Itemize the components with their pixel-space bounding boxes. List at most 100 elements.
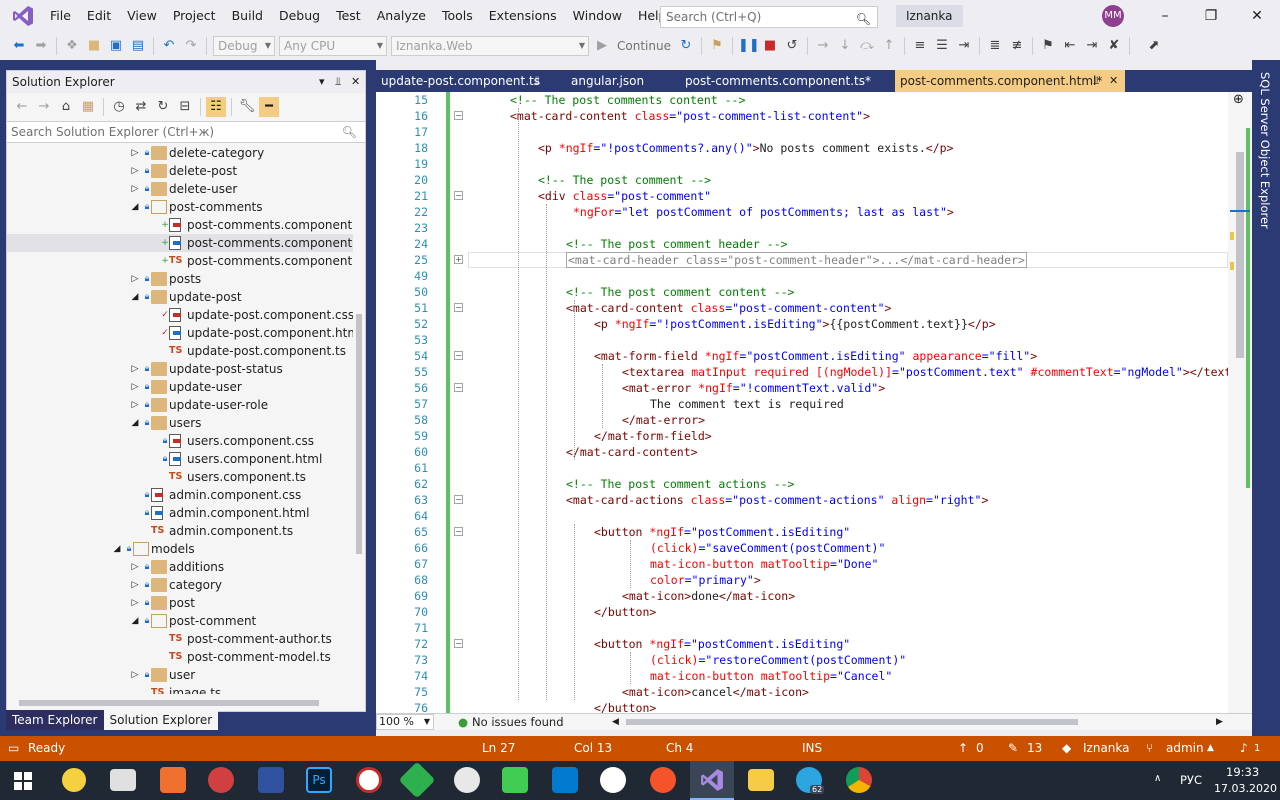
live-share-icon[interactable]: ⬈ — [1144, 36, 1164, 56]
tab-update-post-ts[interactable]: update-post.component.ts ⫫ — [376, 70, 556, 92]
menu-build[interactable]: Build — [224, 0, 271, 32]
tree-item[interactable]: TS admin.component.ts — [7, 522, 353, 540]
tree-item[interactable]: 🔒︎ admin.component.css — [7, 486, 353, 504]
tree-item[interactable]: ▷ 🔒︎ update-user-role — [7, 396, 353, 414]
tree-item[interactable]: ▷ 🔒︎ delete-post — [7, 162, 353, 180]
clock-time[interactable]: 19:33 — [1226, 765, 1259, 779]
pin-icon[interactable]: ⫫ — [534, 70, 540, 92]
tree-item[interactable]: ◢ 🔒︎ post-comments — [7, 198, 353, 216]
branch-name[interactable]: admin — [1166, 736, 1204, 761]
stop-icon[interactable]: ■ — [760, 36, 780, 56]
tree-item[interactable]: 🔒︎ users.component.css — [7, 432, 353, 450]
restore-button[interactable]: ❐ — [1188, 0, 1234, 32]
tips-app-icon[interactable] — [62, 768, 86, 792]
tree-item[interactable]: 🔒︎ admin.component.html — [7, 504, 353, 522]
switch-views-icon[interactable]: ▦ — [78, 97, 98, 117]
pencil-icon[interactable]: ✎ — [1008, 736, 1018, 761]
back-icon[interactable]: ⬅ — [9, 36, 29, 56]
indent-icon[interactable]: ⇥ — [954, 36, 974, 56]
app-gray-icon[interactable] — [454, 767, 480, 793]
comment-icon[interactable]: ≣ — [985, 36, 1005, 56]
clear-bookmarks-icon[interactable]: ✘ — [1104, 36, 1124, 56]
tree-item[interactable]: ◢ 🔒︎ post-comment — [7, 612, 353, 630]
menu-project[interactable]: Project — [165, 0, 224, 32]
menu-window[interactable]: Window — [565, 0, 630, 32]
user-avatar[interactable]: MM — [1102, 5, 1124, 27]
collapsed-arrow-icon[interactable]: ▷ — [130, 558, 140, 576]
collapsed-arrow-icon[interactable]: ▷ — [130, 144, 140, 162]
notification-count[interactable]: 1 — [1254, 736, 1260, 761]
tab-post-comments-html[interactable]: post-comments.component.html* ⫫ ✕ — [895, 70, 1125, 92]
branch-icon[interactable]: ⑂ — [1146, 736, 1153, 761]
minimize-button[interactable]: – — [1142, 0, 1188, 32]
solution-explorer-search-input[interactable]: Search Solution Explorer (Ctrl+ж) 🔍︎ — [7, 121, 365, 143]
chrome-icon[interactable] — [846, 767, 872, 793]
remote-desktop-icon[interactable] — [110, 769, 136, 791]
tab-solution-explorer[interactable]: Solution Explorer — [103, 710, 219, 730]
collapse-all-icon[interactable]: ⊟ — [175, 97, 195, 117]
step-out-icon[interactable]: ↑ — [879, 36, 899, 56]
tree-item[interactable]: ▷ 🔒︎ user — [7, 666, 353, 684]
expand-region-icon[interactable]: + — [454, 255, 463, 264]
threads-icon[interactable]: ☰ — [932, 36, 952, 56]
tree-item[interactable]: + post-comments.component.html — [7, 234, 353, 252]
restart-icon[interactable]: ↺ — [782, 36, 802, 56]
tree-vertical-scrollbar[interactable] — [353, 144, 365, 694]
redo-icon[interactable]: ↷ — [181, 36, 201, 56]
tree-item[interactable]: + TS post-comments.component.ts — [7, 252, 353, 270]
tree-item[interactable]: TS post-comment-author.ts — [7, 630, 353, 648]
tree-item[interactable]: ◢ 🔒︎ models — [7, 540, 353, 558]
tree-item[interactable]: ▷ 🔒︎ delete-user — [7, 180, 353, 198]
home-icon[interactable]: ⌂ — [56, 97, 76, 117]
scroll-left-icon[interactable]: ◀ — [612, 714, 619, 730]
collapsed-arrow-icon[interactable]: ▷ — [130, 666, 140, 684]
startup-project-select[interactable]: Iznanka.Web ▼ — [391, 36, 589, 56]
search-input[interactable]: Search (Ctrl+Q) 🔍︎ — [660, 6, 878, 28]
collapse-region-icon[interactable]: − — [454, 527, 463, 536]
pin-icon[interactable]: ⫫ — [335, 71, 341, 93]
windows-start-icon[interactable] — [14, 772, 32, 790]
tree-item[interactable]: ▷ 🔒︎ update-post-status — [7, 360, 353, 378]
tree-item[interactable]: ▷ 🔒︎ delete-category — [7, 144, 353, 162]
menu-edit[interactable]: Edit — [79, 0, 119, 32]
uncomment-icon[interactable]: ≢ — [1007, 36, 1027, 56]
pending-changes-filter-icon[interactable]: ◷ — [109, 97, 129, 117]
app-blue-icon[interactable] — [258, 767, 284, 793]
collapsed-arrow-icon[interactable]: ▷ — [130, 378, 140, 396]
tree-item[interactable]: 🔒︎ users.component.html — [7, 450, 353, 468]
expanded-arrow-icon[interactable]: ◢ — [130, 288, 140, 306]
notification-bell-icon[interactable]: ♪ — [1240, 736, 1248, 761]
tray-expand-icon[interactable]: ∧ — [1154, 773, 1161, 784]
find-icon[interactable]: ⚑ — [707, 36, 727, 56]
refresh-icon[interactable]: ↻ — [153, 97, 173, 117]
tab-team-explorer[interactable]: Team Explorer — [6, 710, 104, 730]
close-icon[interactable]: ✕ — [351, 71, 360, 93]
tree-item[interactable]: TS users.component.ts — [7, 468, 353, 486]
next-bookmark-icon[interactable]: ⇥ — [1082, 36, 1102, 56]
tree-item[interactable]: ▷ 🔒︎ additions — [7, 558, 353, 576]
menu-tools[interactable]: Tools — [434, 0, 481, 32]
arrow-up-icon[interactable]: ↑ — [958, 736, 968, 761]
tree-item[interactable]: TS update-post.component.ts — [7, 342, 353, 360]
unpushed-commits[interactable]: 0 — [976, 736, 984, 761]
chevron-down-icon[interactable]: ▾ — [319, 71, 325, 93]
continue-button[interactable]: Continue — [613, 36, 675, 56]
file-explorer-icon[interactable] — [748, 769, 774, 791]
preview-icon[interactable]: ━ — [259, 97, 279, 117]
step-over-icon[interactable]: ⤼ — [857, 36, 877, 56]
collapse-region-icon[interactable]: − — [454, 383, 463, 392]
prev-bookmark-icon[interactable]: ⇤ — [1060, 36, 1080, 56]
editor-vertical-scrollbar[interactable]: ⊕ — [1228, 92, 1252, 713]
tree-item[interactable]: ▷ 🔒︎ update-user — [7, 378, 353, 396]
code-area[interactable]: <!-- The post comments content --> <mat-c… — [468, 92, 1228, 713]
tree-item[interactable]: ▷ 🔒︎ posts — [7, 270, 353, 288]
collapse-region-icon[interactable]: − — [454, 111, 463, 120]
new-project-icon[interactable]: ❖ — [62, 36, 82, 56]
pending-edits[interactable]: 13 — [1027, 736, 1042, 761]
issues-indicator[interactable]: ● No issues found — [458, 714, 564, 730]
collapsed-arrow-icon[interactable]: ▷ — [130, 360, 140, 378]
tree-item[interactable]: TS image.ts — [7, 684, 353, 694]
open-folder-icon[interactable]: ■ — [84, 36, 104, 56]
hex-display-icon[interactable]: ≡ — [910, 36, 930, 56]
app-orange-icon[interactable] — [160, 767, 186, 793]
